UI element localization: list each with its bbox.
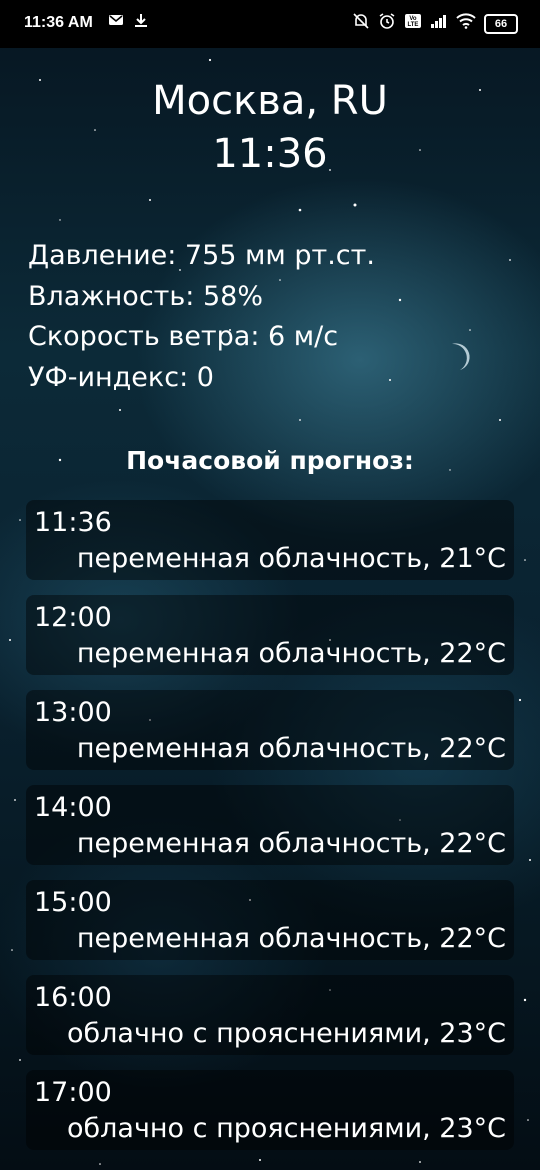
forecast-description: переменная облачность, 22°C bbox=[76, 638, 506, 669]
forecast-time: 13:00 bbox=[34, 697, 112, 728]
forecast-time: 16:00 bbox=[34, 982, 112, 1013]
battery-icon: 66 bbox=[484, 14, 518, 34]
forecast-description: переменная облачность, 22°C bbox=[76, 828, 506, 859]
forecast-item[interactable]: 12:00 переменная облачность, 22°C bbox=[26, 595, 514, 675]
forecast-description: облачно с прояснениями, 23°C bbox=[66, 1018, 506, 1049]
forecast-time: 17:00 bbox=[34, 1077, 112, 1108]
volte-icon: Vo LTE bbox=[404, 13, 422, 35]
forecast-time: 15:00 bbox=[34, 887, 112, 918]
status-notification-icons bbox=[108, 13, 148, 35]
forecast-item[interactable]: 17:00 облачно с прояснениями, 23°C bbox=[26, 1070, 514, 1150]
forecast-time: 11:36 bbox=[34, 507, 112, 538]
city-name: Москва, RU bbox=[152, 78, 388, 124]
forecast-time: 14:00 bbox=[34, 792, 112, 823]
hourly-forecast-list[interactable]: 11:36 переменная облачность, 21°C 12:00 … bbox=[26, 500, 514, 1165]
forecast-item[interactable]: 15:00 переменная облачность, 22°C bbox=[26, 880, 514, 960]
svg-text:LTE: LTE bbox=[408, 22, 419, 28]
current-time: 11:36 bbox=[212, 131, 328, 177]
download-icon bbox=[134, 13, 148, 35]
forecast-item[interactable]: 16:00 облачно с прояснениями, 23°C bbox=[26, 975, 514, 1055]
forecast-item[interactable]: 13:00 переменная облачность, 22°C bbox=[26, 690, 514, 770]
forecast-time: 12:00 bbox=[34, 602, 112, 633]
status-time: 11:36 AM bbox=[24, 14, 93, 31]
forecast-item[interactable]: 14:00 переменная облачность, 22°C bbox=[26, 785, 514, 865]
status-bar: 11:36 AM Vo LTE 66 bbox=[0, 0, 540, 48]
hourly-forecast-title: Почасовой прогноз: bbox=[126, 446, 414, 475]
location-header: Москва, RU 11:36 bbox=[0, 76, 540, 182]
forecast-description: переменная облачность, 21°C bbox=[76, 543, 506, 574]
wifi-icon bbox=[456, 13, 476, 35]
forecast-description: переменная облачность, 22°C bbox=[76, 923, 506, 954]
mail-icon bbox=[108, 13, 124, 35]
forecast-item[interactable]: 11:36 переменная облачность, 21°C bbox=[26, 500, 514, 580]
mute-icon bbox=[352, 12, 370, 36]
status-system-icons: Vo LTE 66 bbox=[352, 12, 518, 36]
signal-icon bbox=[430, 13, 448, 35]
alarm-icon bbox=[378, 12, 396, 36]
wind-speed-text: Скорость ветра: 6 м/с bbox=[28, 321, 339, 352]
uv-index-text: УФ-индекс: 0 bbox=[28, 361, 214, 393]
pressure-text: Давление: 755 мм рт.ст. bbox=[28, 240, 375, 271]
humidity-text: Влажность: 58% bbox=[28, 280, 263, 312]
forecast-description: облачно с прояснениями, 23°C bbox=[66, 1113, 506, 1144]
app-screen: 11:36 AM Vo LTE 66 Москва, RU 11:36 Давл… bbox=[0, 0, 540, 1170]
forecast-description: переменная облачность, 22°C bbox=[76, 733, 506, 764]
weather-details: Давление: 755 мм рт.ст. Влажность: 58% С… bbox=[28, 236, 375, 398]
